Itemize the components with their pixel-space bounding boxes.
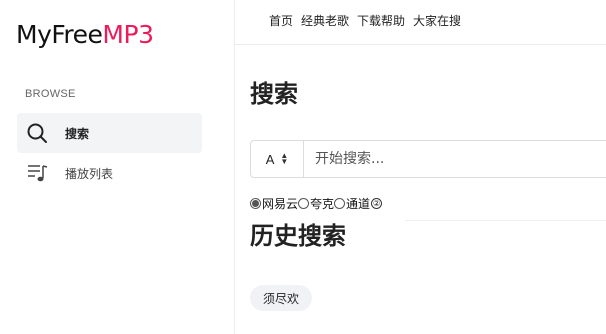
top-navigation: 首页 经典老歌 下载帮助 大家在搜 (269, 12, 461, 29)
logo-text-primary: MyFree (16, 20, 103, 49)
search-input[interactable] (304, 141, 606, 177)
history-chip[interactable]: 须尽欢 (250, 285, 313, 311)
search-bar: A ▲ ▼ (250, 140, 606, 178)
source-radio-channel[interactable]: 通道 (334, 195, 370, 212)
topnav-popular-searches[interactable]: 大家在搜 (413, 12, 461, 29)
logo-text-accent: MP3 (102, 20, 154, 49)
help-icon[interactable]: ② (371, 198, 383, 209)
sidebar: MyFreeMP3 BROWSE 搜索 播放列表 (0, 0, 235, 334)
app-logo[interactable]: MyFreeMP3 (16, 20, 154, 49)
sidebar-item-label: 播放列表 (65, 166, 114, 181)
search-icon (25, 121, 49, 145)
topbar-divider (235, 44, 606, 45)
radio-unchecked-icon (298, 198, 310, 209)
source-label: 通道 (346, 197, 371, 211)
browse-section-label: BROWSE (25, 88, 76, 100)
topnav-download-help[interactable]: 下载帮助 (357, 12, 405, 29)
source-label: 夸克 (310, 197, 335, 211)
radio-unchecked-icon (334, 198, 346, 209)
playlist-icon (25, 161, 49, 185)
source-selector: 网易云 夸克 通道 ② (250, 195, 383, 212)
sort-arrows-icon: ▲ ▼ (280, 151, 289, 166)
history-title: 历史搜索 (250, 222, 346, 250)
source-radio-quark[interactable]: 夸克 (298, 195, 334, 212)
search-mode-value: A (265, 151, 275, 167)
topnav-home[interactable]: 首页 (269, 12, 293, 29)
topnav-classic-songs[interactable]: 经典老歌 (301, 12, 349, 29)
sidebar-item-playlist[interactable]: 播放列表 (17, 153, 202, 193)
page-title: 搜索 (250, 80, 298, 108)
radio-checked-icon (250, 198, 261, 209)
source-radio-netease[interactable]: 网易云 (250, 195, 298, 212)
search-mode-select[interactable]: A ▲ ▼ (251, 141, 304, 177)
sidebar-item-label: 搜索 (65, 126, 90, 141)
sidebar-item-search[interactable]: 搜索 (17, 113, 202, 153)
source-label: 网易云 (262, 197, 299, 211)
section-divider (405, 220, 606, 221)
